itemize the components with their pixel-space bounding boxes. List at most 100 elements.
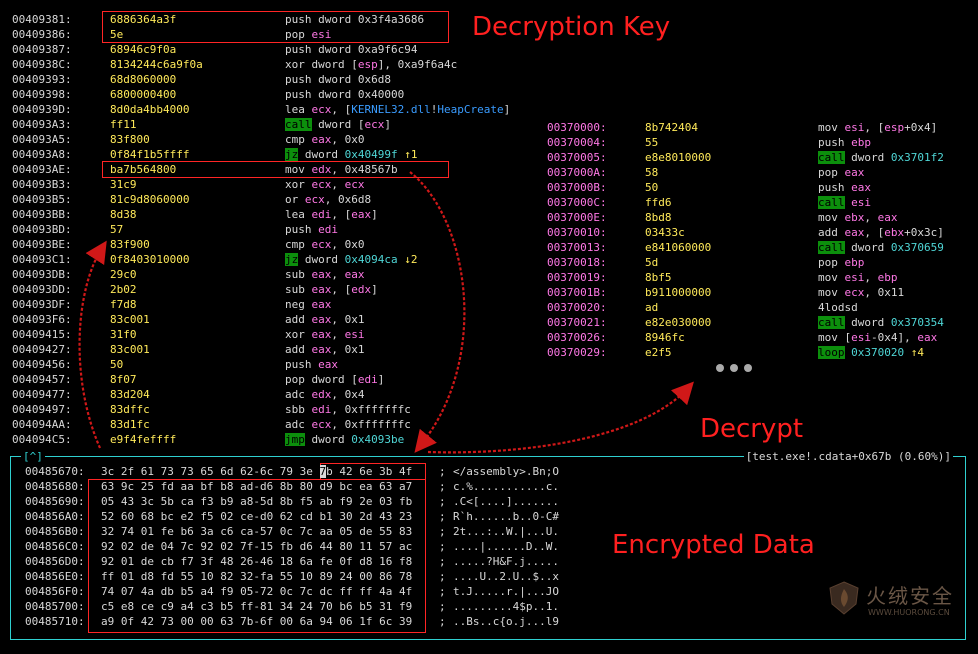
hex-separator: ; xyxy=(439,465,446,478)
decrypt-start-box xyxy=(102,161,449,178)
hex-ascii: ....|......D..W. xyxy=(453,540,559,553)
disasm-address: 00409393: xyxy=(12,73,72,86)
hex-ascii: t.J.....r.|...JO xyxy=(453,585,559,598)
disasm-row[interactable]: 0037000E: 8bd8 mov ebx, eax xyxy=(0,210,978,225)
disasm-address: 00409398: xyxy=(12,88,72,101)
hex-row[interactable]: 00485670: 3c 2f 61 73 73 65 6d 62-6c 79 3… xyxy=(11,464,961,479)
decrypt-label: Decrypt xyxy=(700,414,804,444)
hex-row[interactable]: 004856D0: 92 01 de cb f7 3f 48 26-46 18 6… xyxy=(11,554,961,569)
disasm-address: 00370018: xyxy=(547,256,607,269)
disasm-bytes: 8f07 xyxy=(110,373,137,386)
disasm-row[interactable]: 0037000C: ffd6 call esi xyxy=(0,195,978,210)
hex-ascii: R`h......b..0-C# xyxy=(453,510,559,523)
hex-row[interactable]: 004856C0: 92 02 de 04 7c 92 02 7f-15 fb d… xyxy=(11,539,961,554)
disasm-instruction: call dword 0x3701f2 xyxy=(818,151,944,164)
disasm-bytes: 68946c9f0a xyxy=(110,43,177,56)
disasm-bytes: ffd6 xyxy=(645,196,672,209)
hex-panel-header-left[interactable]: [^] xyxy=(21,449,45,464)
disasm-row[interactable]: 00409387: 68946c9f0a push dword 0xa9f6c94 xyxy=(0,42,978,57)
disasm-address: 00409457: xyxy=(12,373,72,386)
disasm-address: 00370005: xyxy=(547,151,607,164)
disasm-bytes: 8946fc xyxy=(645,331,685,344)
hex-bytes: 74 07 4a db b5 a4 f9 05-72 0c 7c dc ff f… xyxy=(101,585,413,598)
hex-separator: ; xyxy=(439,480,446,493)
hex-address: 004856E0: xyxy=(25,570,85,583)
hex-bytes: 05 43 3c 5b ca f3 b9 a8-5d 8b f5 ab f9 2… xyxy=(101,495,413,508)
huorong-watermark: 火绒安全 WWW.HUORONG.CN xyxy=(826,578,966,628)
disasm-bytes: 50 xyxy=(645,181,659,194)
disasm-address: 00409381: xyxy=(12,13,72,26)
disasm-instruction: call esi xyxy=(818,196,871,209)
disasm-instruction: push eax xyxy=(818,181,871,194)
hex-row[interactable]: 004856E0: ff 01 d8 fd 55 10 82 32-fa 55 1… xyxy=(11,569,961,584)
more-ellipsis-icon xyxy=(716,362,758,375)
hex-ascii: .....?H&F.j..... xyxy=(453,555,559,568)
hex-separator: ; xyxy=(439,540,446,553)
disasm-bytes: 8d0da4bb4000 xyxy=(110,103,190,116)
disasm-bytes: 8bf5 xyxy=(645,271,672,284)
disasm-instruction: mov ecx, 0x11 xyxy=(818,286,905,299)
hex-row[interactable]: 00485680: 63 9c 25 fd aa bf b8 ad-d6 8b 8… xyxy=(11,479,961,494)
disasm-row[interactable]: 004094C5: e9f4feffff jmp dword 0x4093be xyxy=(0,432,978,447)
disasm-address: 00409497: xyxy=(12,403,72,416)
hex-bytes: 92 02 de 04 7c 92 02 7f-15 fb d6 44 80 1… xyxy=(101,540,413,553)
disasm-row[interactable]: 0037001B: b911000000 mov ecx, 0x11 xyxy=(0,285,978,300)
disasm-row[interactable]: 0040938C: 8134244c6a9f0a xor dword [esp], … xyxy=(0,57,978,72)
disasm-address: 00370019: xyxy=(547,271,607,284)
disasm-instruction: loop 0x370020 ↑4 xyxy=(818,346,924,359)
hex-row[interactable]: 00485700: c5 e8 ce c9 a4 c3 b5 ff-81 34 2… xyxy=(11,599,961,614)
disasm-row[interactable]: 00370019: 8bf5 mov esi, ebp xyxy=(0,270,978,285)
disasm-instruction: push dword 0x40000 xyxy=(285,88,405,101)
hex-ascii: .C<[....]....... xyxy=(453,495,559,508)
hex-row[interactable]: 00485710: a9 0f 42 73 00 00 63 7b-6f 00 6… xyxy=(11,614,961,629)
disasm-instruction: sbb edi, 0xfffffffc xyxy=(285,403,411,416)
hex-row[interactable]: 00485690: 05 43 3c 5b ca f3 b9 a8-5d 8b f… xyxy=(11,494,961,509)
disasm-row[interactable]: 00370010: 03433c add eax, [ebx+0x3c] xyxy=(0,225,978,240)
disasm-instruction: mov esi, ebp xyxy=(818,271,898,284)
decryption-key-label: Decryption Key xyxy=(472,12,671,42)
disasm-row[interactable]: 00370026: 8946fc mov [esi-0x4], eax xyxy=(0,330,978,345)
disasm-row[interactable]: 00409457: 8f07 pop dword [edi] xyxy=(0,372,978,387)
disasm-address: 004094C5: xyxy=(12,433,72,446)
disasm-address: 00370021: xyxy=(547,316,607,329)
disasm-address: 00370026: xyxy=(547,331,607,344)
disasm-address: 00370020: xyxy=(547,301,607,314)
disasm-row[interactable]: 00370013: e841060000 call dword 0x370659 xyxy=(0,240,978,255)
disasm-instruction: jmp dword 0x4093be xyxy=(285,433,405,446)
disasm-bytes: 83d1fc xyxy=(110,418,150,431)
disasm-row[interactable]: 00370020: ad 4lodsd xyxy=(0,300,978,315)
hex-dump-panel: [^] [test.exe!.cdata+0x67b (0.60%)] 0048… xyxy=(10,449,966,640)
disasm-row[interactable]: 00370018: 5d pop ebp xyxy=(0,255,978,270)
disasm-instruction: mov [esi-0x4], eax xyxy=(818,331,938,344)
disasm-bytes: 8b742404 xyxy=(645,121,698,134)
disasm-row[interactable]: 00409398: 6800000400 push dword 0x40000 xyxy=(0,87,978,102)
hex-row[interactable]: 004856A0: 52 60 68 bc e2 f5 02 ce-d0 62 c… xyxy=(11,509,961,524)
disasm-bytes: 03433c xyxy=(645,226,685,239)
disasm-row[interactable]: 00370004: 55 push ebp xyxy=(0,135,978,150)
disasm-row[interactable]: 004094AA: 83d1fc adc ecx, 0xfffffffc xyxy=(0,417,978,432)
disasm-row[interactable]: 00409393: 68d8060000 push dword 0x6d8 xyxy=(0,72,978,87)
disasm-bytes: e8e8010000 xyxy=(645,151,712,164)
disasm-row[interactable]: 0037000B: 50 push eax xyxy=(0,180,978,195)
hex-panel-header-right: [test.exe!.cdata+0x67b (0.60%)] xyxy=(743,449,953,464)
disasm-bytes: b911000000 xyxy=(645,286,712,299)
disasm-bytes: 8bd8 xyxy=(645,211,672,224)
watermark-url: WWW.HUORONG.CN xyxy=(868,608,950,617)
hex-bytes: 52 60 68 bc e2 f5 02 ce-d0 62 cd b1 30 2… xyxy=(101,510,413,523)
hex-row[interactable]: 004856B0: 32 74 01 fe b6 3a c6 ca-57 0c 7… xyxy=(11,524,961,539)
hex-ascii: c.%...........c. xyxy=(453,480,559,493)
hex-separator: ; xyxy=(439,615,446,628)
disasm-row[interactable]: 0040939D: 8d0da4bb4000 lea ecx, [KERNEL32.… xyxy=(0,102,978,117)
disasm-address: 0037000A: xyxy=(547,166,607,179)
hex-address: 004856A0: xyxy=(25,510,85,523)
disasm-row[interactable]: 00370029: e2f5 loop 0x370020 ↑4 xyxy=(0,345,978,360)
hex-row[interactable]: 004856F0: 74 07 4a db b5 a4 f9 05-72 0c 7… xyxy=(11,584,961,599)
disasm-address: 004094AA: xyxy=(12,418,72,431)
hex-ascii: .........4$p..1. xyxy=(453,600,559,613)
disasm-row[interactable]: 00409497: 83dffc sbb edi, 0xfffffffc xyxy=(0,402,978,417)
hex-address: 00485670: xyxy=(25,465,85,478)
disasm-row[interactable]: 00370000: 8b742404 mov esi, [esp+0x4] xyxy=(0,120,978,135)
disasm-instruction: 4lodsd xyxy=(818,301,858,314)
disasm-row[interactable]: 00409477: 83d204 adc edx, 0x4 xyxy=(0,387,978,402)
disasm-row[interactable]: 00370021: e82e030000 call dword 0x370354 xyxy=(0,315,978,330)
